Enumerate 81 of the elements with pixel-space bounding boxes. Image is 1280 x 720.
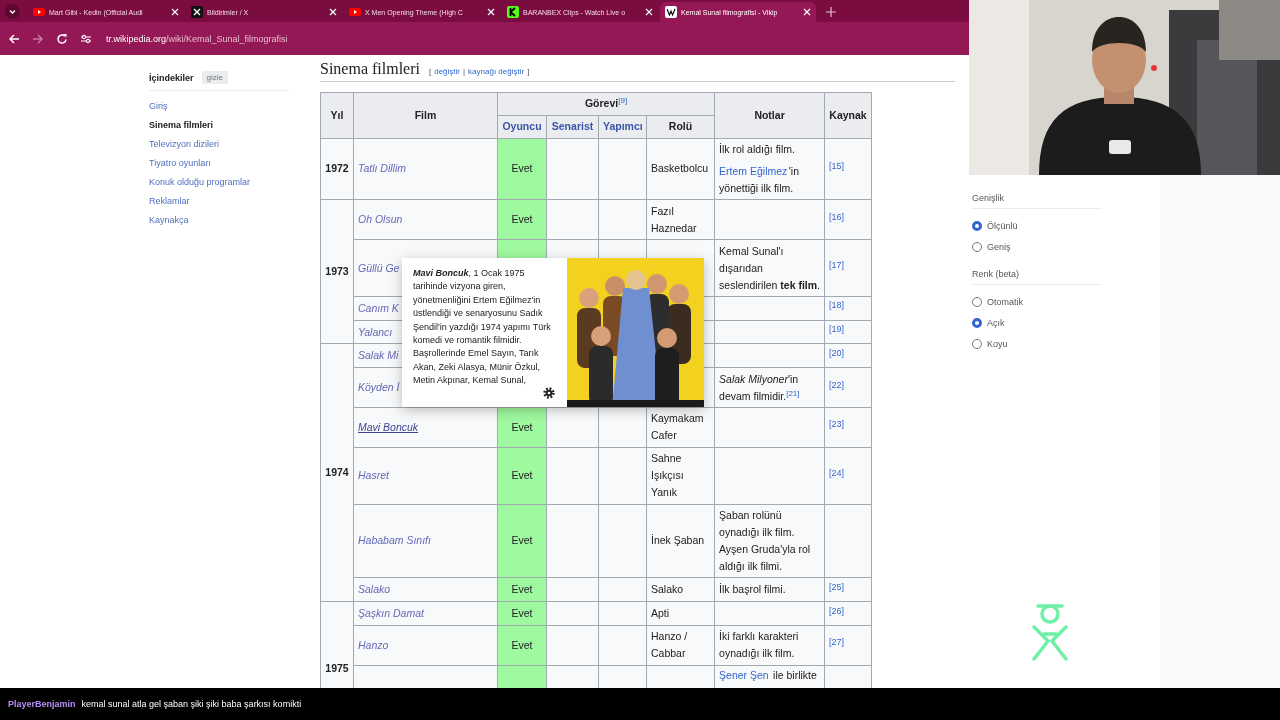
settings-heading: Genişlik: [972, 193, 1102, 209]
note-text: İlk başrol filmi.: [719, 582, 787, 598]
film-link[interactable]: Salako: [358, 583, 391, 596]
bracket-text: ]: [527, 67, 530, 76]
film-link[interactable]: Canım K: [358, 301, 399, 314]
film-link[interactable]: Yalancı: [358, 325, 393, 338]
preview-text: Mavi Boncuk, 1 Ocak 1975 tarihinde vizyona giren, yönetmenliğini Ertem Eğilmez'in üstlendiği ve senaryosunu Sadık Şendil'in yazdığı 1974 yapımı Türk komedi ve romantik filmidir. Başrollerinde Emel Sayın, Tarık Akan, Zeki Alasya, Münir Özkul, Metin Akpınar, Kemal Sunal,: [413, 267, 552, 388]
person-link[interactable]: Şener Şen: [719, 668, 769, 681]
option-label[interactable]: Açık: [987, 317, 1005, 328]
toc-link[interactable]: Konuk olduğu programlar: [149, 173, 320, 192]
edit-link[interactable]: kaynağı değiştir: [468, 67, 525, 76]
table-cell: Sahne Işıkçısı Yanık: [646, 447, 715, 505]
toc-title: İçindekiler: [149, 72, 194, 83]
reference-link[interactable]: [16]: [829, 211, 845, 222]
table-cell: 1975: [320, 601, 354, 688]
option-label[interactable]: Geniş: [987, 241, 1011, 252]
table-cell: 1972: [320, 138, 354, 200]
table-cell: Evet: [497, 504, 547, 578]
table-cell: Evet: [497, 447, 547, 505]
toc-link[interactable]: Kaynakça: [149, 211, 320, 230]
reference-link[interactable]: [20]: [829, 347, 845, 358]
note-text: İki farklı karakteri oynadığı ilk film.: [719, 629, 800, 662]
reference-link[interactable]: [26]: [829, 605, 845, 616]
reference-link[interactable]: [23]: [829, 419, 845, 430]
reference-link[interactable]: [24]: [829, 467, 845, 478]
film-link[interactable]: Hababam Sınıfı: [358, 534, 431, 547]
bracket-text: [: [429, 67, 432, 76]
film-link[interactable]: Oh Olsun: [358, 213, 403, 226]
toc-link[interactable]: Televizyon dizileri: [149, 135, 320, 154]
table-cell: Hanzo / Cabbar: [646, 625, 715, 666]
table-cell: Basketbolcu: [646, 138, 715, 200]
table-cell: 1973: [320, 199, 354, 344]
reference-link[interactable]: [18]: [829, 300, 845, 311]
film-link[interactable]: Mavi Boncuk: [358, 420, 419, 433]
table-cell: Evet: [497, 138, 547, 200]
reference-link[interactable]: [22]: [829, 379, 845, 390]
separator-text: |: [463, 67, 466, 76]
note-text: Şaban rolünü oynadığı ilk film. Ayşen Gruda'yla rol aldığı ilk filmi.: [719, 508, 812, 574]
table-cell: Fazıl Haznedar: [646, 199, 715, 240]
film-link[interactable]: Salak Mi: [358, 349, 399, 362]
film-link[interactable]: Tatlı Dillim: [358, 162, 407, 175]
reference-link[interactable]: [17]: [829, 260, 845, 270]
film-link[interactable]: Hanzo: [358, 638, 389, 651]
hide-button[interactable]: gizle: [201, 71, 228, 84]
film-link[interactable]: Köyden İ: [358, 381, 400, 394]
column-header: Yıl: [320, 92, 354, 139]
section-heading: Sinema filmleri: [320, 60, 420, 78]
edit-link[interactable]: değiştir: [434, 67, 460, 76]
table-cell: Kaymakam Cafer: [646, 407, 715, 448]
reference-link[interactable]: [15]: [829, 160, 845, 171]
table-cell: 1974: [320, 343, 354, 602]
option-label[interactable]: Otomatik: [987, 296, 1023, 307]
table-cell: Evet: [497, 625, 547, 666]
table-cell: Evet: [497, 407, 547, 448]
note-text: İlk rol aldığı film.: [719, 141, 796, 157]
person-link[interactable]: Ertem Eğilmez: [719, 164, 788, 177]
column-header: Görevi$^{[9]}$: [497, 92, 715, 116]
toc-link[interactable]: Tiyatro oyunları: [149, 154, 320, 173]
note-text: Ertem Eğilmez'in yönettiği ilk film.: [719, 163, 800, 196]
address-field[interactable]: tr.wikipedia.org/wiki/Kemal_Sunal_filmografisi: [106, 33, 288, 44]
reference-link[interactable]: [27]: [829, 637, 845, 648]
toc-link[interactable]: Sinema filmleri: [149, 116, 320, 135]
reference-link[interactable]: [25]: [829, 581, 845, 592]
table-cell: Evet: [497, 199, 547, 240]
chat-message: kemal sunal atla gel şaban şiki şiki baba şarkısı komikti: [81, 699, 302, 709]
option-label[interactable]: Ölçünlü: [987, 220, 1018, 231]
note-text: Salak Milyoner'in devam filmidir.$^{[21]}$: [719, 371, 801, 404]
table-cell: İnek Şaban: [646, 504, 715, 578]
film-link[interactable]: Hasret: [358, 469, 389, 482]
column-header: Film: [353, 92, 498, 139]
chat-username: PlayerBenjamin: [8, 699, 76, 709]
column-header: Kaynak: [824, 92, 872, 139]
note-text: Şener Şen ile birlikte: [719, 667, 818, 683]
film-link[interactable]: Güllü Ge: [358, 261, 400, 274]
toc-link[interactable]: Giriş: [149, 97, 320, 116]
note-text: Kemal Sunal'ı dışarıdan seslendirilen tek film.: [719, 243, 821, 293]
option-label[interactable]: Koyu: [987, 338, 1008, 349]
settings-heading: Renk (beta): [972, 269, 1102, 285]
toc-link[interactable]: Reklamlar: [149, 192, 320, 211]
reference-link[interactable]: [19]: [829, 324, 845, 335]
column-header: Notlar: [714, 92, 825, 139]
